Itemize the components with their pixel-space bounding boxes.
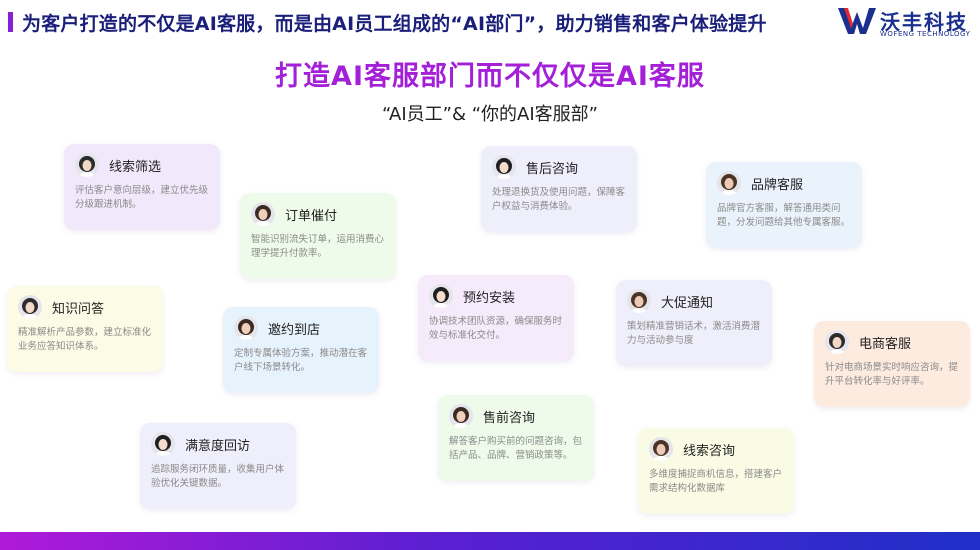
card-lead-consulting: 线索咨询 多维度捕捉商机信息，搭建客户需求结构化数据库 [638, 428, 794, 514]
card-title: 售前咨询 [483, 411, 536, 426]
card-knowledge-qa: 知识问答 精准解析产品参数，建立标准化业务应答知识体系。 [7, 286, 163, 372]
card-title: 线索咨询 [683, 444, 736, 459]
card-description: 精准解析产品参数，建立标准化业务应答知识体系。 [18, 327, 152, 352]
page-header-title: 为客户打造的不仅是AI客服，而是由AI员工组成的“AI部门”，助力销售和客户体验… [22, 13, 767, 35]
card-after-sales: 售后咨询 处理退换货及使用问题，保障客户权益与消费体验。 [481, 146, 637, 232]
card-description: 品牌官方客服，解答通用类问题，分发问题给其他专属客服。 [717, 203, 851, 228]
card-title: 知识问答 [52, 302, 105, 317]
card-description: 处理退换货及使用问题，保障客户权益与消费体验。 [492, 187, 626, 212]
subtitle: “AI员工”& “你的AI客服部” [382, 104, 598, 125]
avatar [251, 202, 275, 226]
bottom-gradient-bar [0, 532, 980, 550]
card-title: 大促通知 [661, 296, 714, 311]
card-lead-screening: 线索筛选 评估客户意向层级，建立优先级分级跟进机制。 [64, 144, 220, 230]
avatar [649, 437, 673, 461]
avatar [429, 284, 453, 308]
card-brand-service: 品牌客服 品牌官方客服，解答通用类问题，分发问题给其他专属客服。 [706, 162, 862, 248]
card-installation-booking: 预约安装 协调技术团队资源，确保服务时效与标准化交付。 [418, 275, 574, 361]
card-title: 售后咨询 [526, 162, 579, 177]
person-avatar-icon [151, 432, 175, 456]
person-avatar-icon [825, 330, 849, 354]
avatar [75, 153, 99, 177]
card-description: 评估客户意向层级，建立优先级分级跟进机制。 [75, 185, 209, 210]
card-order-reminder: 订单催付 智能识别流失订单，运用消费心理学提升付款率。 [240, 193, 396, 279]
card-description: 针对电商场景实时响应咨询，提升平台转化率与好评率。 [825, 362, 959, 387]
person-avatar-icon [717, 171, 741, 195]
card-title: 电商客服 [859, 337, 912, 352]
avatar [627, 289, 651, 313]
person-avatar-icon [492, 155, 516, 179]
card-store-invitation: 邀约到店 定制专属体验方案，推动潜在客户线下场景转化。 [223, 307, 379, 393]
person-avatar-icon [251, 202, 275, 226]
card-description: 解答客户购买前的问题咨询，包括产品、品牌、营销政策等。 [449, 436, 583, 461]
person-avatar-icon [649, 437, 673, 461]
avatar [449, 404, 473, 428]
header-accent-bar [8, 12, 13, 32]
avatar [492, 155, 516, 179]
card-description: 智能识别流失订单，运用消费心理学提升付款率。 [251, 234, 385, 259]
card-title: 订单催付 [285, 209, 338, 224]
card-title: 线索筛选 [109, 160, 162, 175]
avatar [717, 171, 741, 195]
avatar [234, 316, 258, 340]
card-ecommerce-service: 电商客服 针对电商场景实时响应咨询，提升平台转化率与好评率。 [814, 321, 970, 407]
card-description: 协调技术团队资源，确保服务时效与标准化交付。 [429, 316, 563, 341]
logo-name-en: WOFENG TECHNOLOGY [880, 30, 971, 38]
person-avatar-icon [429, 284, 453, 308]
card-title: 预约安装 [463, 291, 516, 306]
card-description: 定制专属体验方案，推动潜在客户线下场景转化。 [234, 348, 368, 373]
card-description: 多维度捕捉商机信息，搭建客户需求结构化数据库 [649, 469, 783, 494]
card-promotion-notice: 大促通知 策划精准营销话术，激活消费潜力与活动参与度 [616, 280, 772, 366]
company-logo: 沃丰科技 WOFENG TECHNOLOGY [838, 4, 978, 40]
card-description: 策划精准营销话术，激活消费潜力与活动参与度 [627, 321, 761, 346]
person-avatar-icon [234, 316, 258, 340]
card-title: 品牌客服 [751, 178, 804, 193]
avatar [825, 330, 849, 354]
person-avatar-icon [18, 295, 42, 319]
logo-mark-icon [838, 8, 876, 34]
card-satisfaction-survey: 满意度回访 追踪服务闭环质量，收集用户体验优化关键数据。 [140, 423, 296, 509]
main-title: 打造AI客服部门而不仅仅是AI客服 [275, 61, 705, 92]
card-presales-consulting: 售前咨询 解答客户购买前的问题咨询，包括产品、品牌、营销政策等。 [438, 395, 594, 481]
person-avatar-icon [75, 153, 99, 177]
avatar [151, 432, 175, 456]
person-avatar-icon [627, 289, 651, 313]
card-title: 满意度回访 [185, 439, 251, 454]
card-description: 追踪服务闭环质量，收集用户体验优化关键数据。 [151, 464, 285, 489]
card-title: 邀约到店 [268, 323, 321, 338]
person-avatar-icon [449, 404, 473, 428]
avatar [18, 295, 42, 319]
